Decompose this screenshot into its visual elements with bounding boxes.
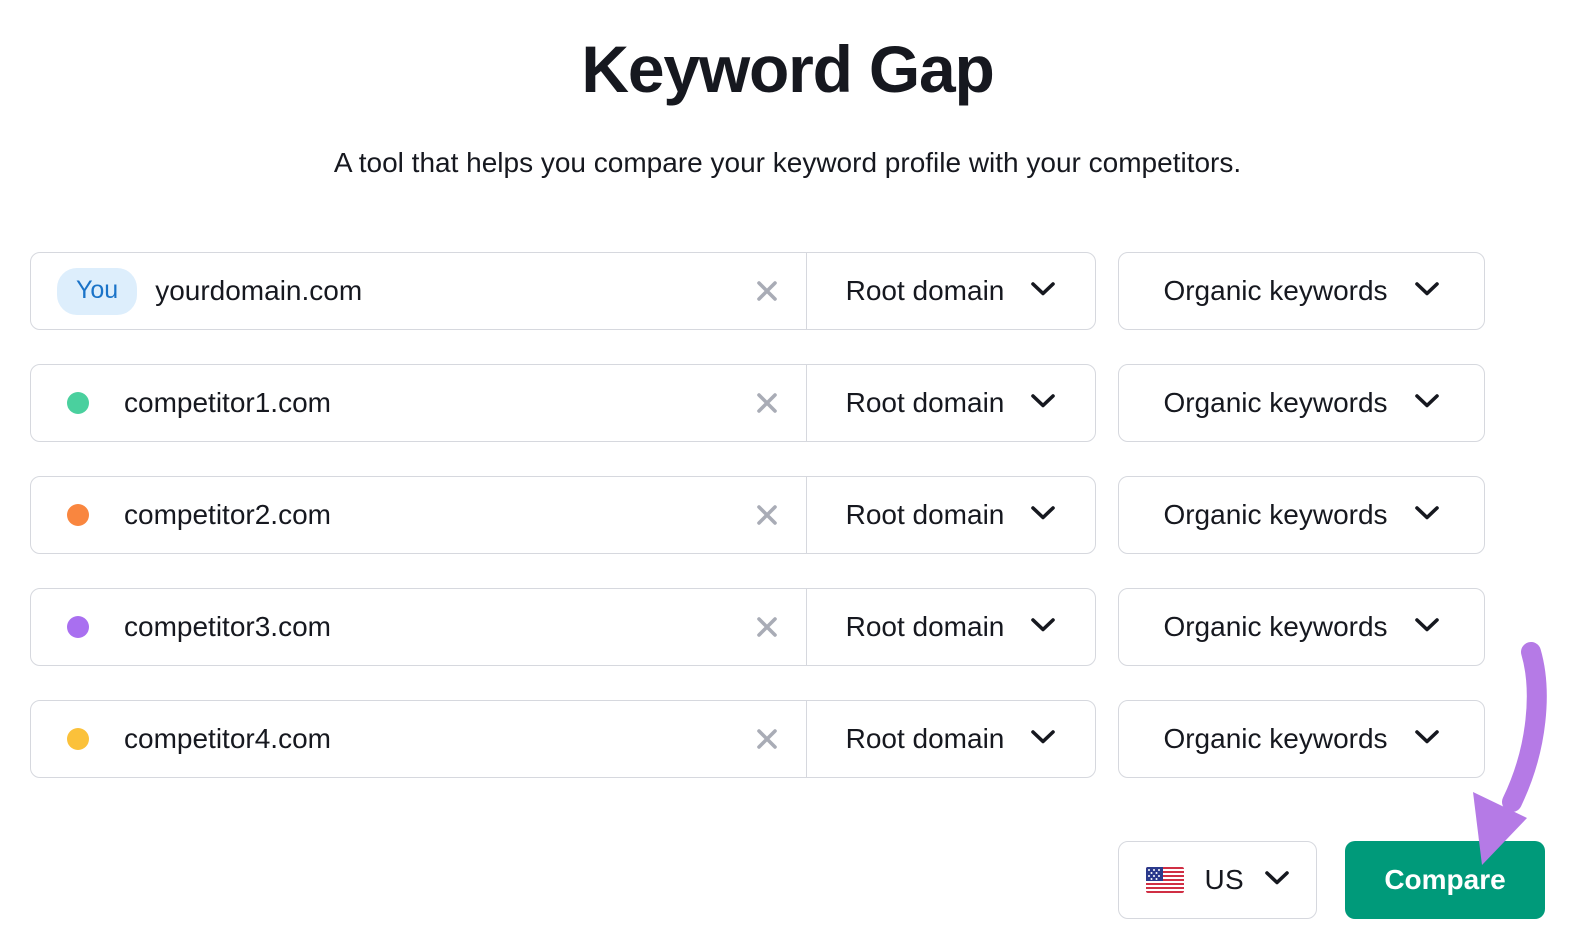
chevron-down-icon — [1030, 393, 1056, 414]
domain-value: competitor1.com — [124, 387, 331, 418]
country-select[interactable]: US — [1117, 841, 1317, 919]
metric-select[interactable]: Organic keywords — [1118, 588, 1485, 666]
scope-value: Root domain — [845, 275, 1005, 306]
page-title: Keyword Gap — [581, 32, 994, 106]
us-flag-icon — [1145, 866, 1185, 894]
scope-value: Root domain — [845, 723, 1005, 754]
scope-value: Root domain — [845, 499, 1005, 530]
chevron-down-icon — [1414, 617, 1440, 638]
competitor-color-dot — [67, 504, 89, 526]
domain-input[interactable]: competitor1.com — [31, 365, 807, 441]
domain-input[interactable]: competitor2.com — [31, 477, 807, 553]
close-icon[interactable] — [750, 498, 784, 532]
domain-and-scope-group: competitor3.com Root domain — [30, 588, 1096, 666]
metric-value: Organic keywords — [1163, 387, 1388, 418]
metric-value: Organic keywords — [1163, 611, 1388, 642]
keyword-gap-page: Keyword Gap A tool that helps you compar… — [0, 0, 1575, 951]
domain-input[interactable]: You yourdomain.com — [31, 253, 807, 329]
close-icon[interactable] — [750, 274, 784, 308]
metric-value: Organic keywords — [1163, 275, 1388, 306]
chevron-down-icon — [1030, 281, 1056, 302]
competitor-color-dot — [67, 728, 89, 750]
chevron-down-icon — [1414, 393, 1440, 414]
chevron-down-icon — [1264, 870, 1290, 891]
domain-value: competitor3.com — [124, 611, 331, 642]
country-label: US — [1204, 864, 1244, 895]
chevron-down-icon — [1030, 729, 1056, 750]
competitor-color-dot — [67, 392, 89, 414]
metric-select[interactable]: Organic keywords — [1118, 700, 1485, 778]
competitor-color-dot — [67, 616, 89, 638]
compare-button[interactable]: Compare — [1345, 841, 1545, 919]
domain-and-scope-group: competitor1.com Root domain — [30, 364, 1096, 442]
domain-input[interactable]: competitor3.com — [31, 589, 807, 665]
metric-value: Organic keywords — [1163, 723, 1388, 754]
metric-select[interactable]: Organic keywords — [1118, 364, 1485, 442]
domain-row: competitor1.com Root domain Organic keywor… — [30, 364, 1545, 442]
metric-select[interactable]: Organic keywords — [1118, 252, 1485, 330]
domain-value: competitor4.com — [124, 723, 331, 754]
domain-rows: You yourdomain.com Root domain Organic keyw… — [30, 252, 1545, 778]
domain-and-scope-group: You yourdomain.com Root domain — [30, 252, 1096, 330]
footer-actions: US Compare — [30, 841, 1545, 919]
domain-value: competitor2.com — [124, 499, 331, 530]
scope-select[interactable]: Root domain — [807, 365, 1095, 441]
chevron-down-icon — [1414, 729, 1440, 750]
metric-select[interactable]: Organic keywords — [1118, 476, 1485, 554]
domain-value: yourdomain.com — [155, 275, 363, 306]
close-icon[interactable] — [750, 610, 784, 644]
scope-select[interactable]: Root domain — [807, 477, 1095, 553]
domain-and-scope-group: competitor2.com Root domain — [30, 476, 1096, 554]
scope-select[interactable]: Root domain — [807, 589, 1095, 665]
domain-input[interactable]: competitor4.com — [31, 701, 807, 777]
scope-value: Root domain — [845, 611, 1005, 642]
chevron-down-icon — [1414, 505, 1440, 526]
chevron-down-icon — [1414, 281, 1440, 302]
scope-value: Root domain — [845, 387, 1005, 418]
metric-value: Organic keywords — [1163, 499, 1388, 530]
domain-row: competitor2.com Root domain Organic keywor… — [30, 476, 1545, 554]
chevron-down-icon — [1030, 505, 1056, 526]
domain-and-scope-group: competitor4.com Root domain — [30, 700, 1096, 778]
close-icon[interactable] — [750, 386, 784, 420]
chevron-down-icon — [1030, 617, 1056, 638]
you-badge: You — [57, 267, 138, 315]
domain-row: You yourdomain.com Root domain Organic keyw… — [30, 252, 1545, 330]
domain-row: competitor3.com Root domain Organic keywor… — [30, 588, 1545, 666]
scope-select[interactable]: Root domain — [807, 253, 1095, 329]
page-subtitle: A tool that helps you compare your keywo… — [333, 147, 1242, 178]
domain-row: competitor4.com Root domain Organic keywor… — [30, 700, 1545, 778]
close-icon[interactable] — [750, 722, 784, 756]
scope-select[interactable]: Root domain — [807, 701, 1095, 777]
